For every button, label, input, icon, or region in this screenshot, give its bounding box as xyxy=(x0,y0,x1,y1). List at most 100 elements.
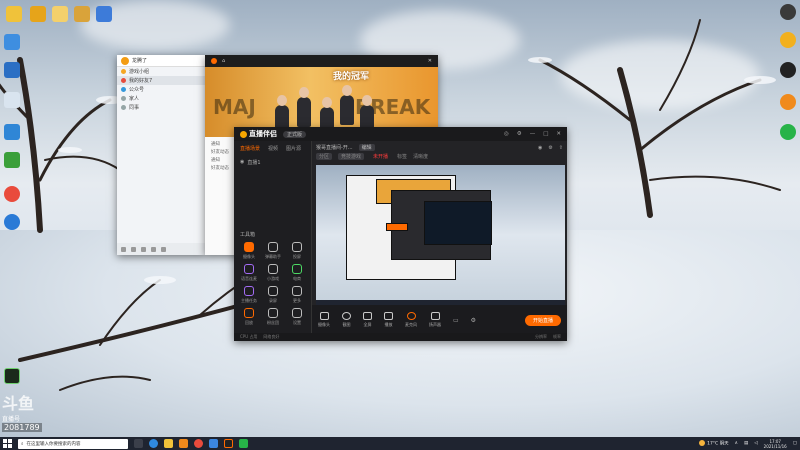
go-live-button[interactable]: 开始直播 xyxy=(524,314,561,326)
tool-button[interactable]: 主播任务 xyxy=(238,286,260,304)
settings-icon[interactable]: ⚙ xyxy=(548,145,552,151)
app-icon[interactable] xyxy=(209,439,218,448)
category-label[interactable]: 分区 xyxy=(316,153,333,160)
live-studio-taskbar-icon[interactable] xyxy=(224,439,233,448)
wechat-icon[interactable] xyxy=(239,439,248,448)
scene-item[interactable]: ◉ 直播1 xyxy=(240,158,305,166)
dock-app-icon[interactable] xyxy=(780,4,796,20)
desktop-folder-icon[interactable] xyxy=(30,6,46,22)
settings-icon[interactable]: ⚙ xyxy=(471,317,476,324)
chrome-icon[interactable] xyxy=(4,186,20,202)
tool-button[interactable]: 小游戏 xyxy=(262,264,284,282)
folder-icon[interactable] xyxy=(141,246,146,252)
control-label: 播放 xyxy=(384,322,393,327)
settings-icon[interactable] xyxy=(131,246,136,252)
network-icon[interactable]: ▤ xyxy=(744,441,748,446)
edge-icon[interactable] xyxy=(149,439,158,448)
home-icon[interactable]: ⌂ xyxy=(222,58,225,64)
nvidia-icon[interactable] xyxy=(4,152,20,168)
dock-app-icon[interactable] xyxy=(780,32,796,48)
notification-icon[interactable]: ▢ xyxy=(793,441,797,446)
qq-window[interactable]: 龙腾了 游戏小组 我的好友7 公众号 家人 同事 xyxy=(117,55,205,255)
tab-video[interactable]: 视频 xyxy=(268,145,278,152)
maximize-icon[interactable]: □ xyxy=(543,131,548,137)
tab-scene[interactable]: 直播场景 xyxy=(240,145,260,152)
dock-app-icon[interactable] xyxy=(780,94,796,110)
record-icon[interactable]: ◉ xyxy=(538,145,542,151)
tool-button[interactable]: 摄像头 xyxy=(238,242,260,260)
file-explorer-icon[interactable] xyxy=(164,439,173,448)
stream-title[interactable]: 猴哥直播间-开... xyxy=(316,144,353,151)
eye-icon[interactable]: ◉ xyxy=(240,159,244,165)
category-value[interactable]: 竞技游戏 xyxy=(338,153,365,160)
clock[interactable]: 17:07 2021/11/16 xyxy=(764,439,787,449)
desktop-app-icon[interactable] xyxy=(4,34,20,50)
tool-button[interactable]: 语音连麦 xyxy=(238,264,260,282)
tool-label: 录屏 xyxy=(269,298,277,303)
control-button[interactable]: 摄像头 xyxy=(318,312,330,328)
list-item[interactable]: 游戏小组 xyxy=(117,67,205,76)
studio-sidebar: 直播场景 视频 图片源 ◉ 直播1 工具箱 摄像头 弹幕助手 投屏 语音连麦 小… xyxy=(234,141,312,341)
avatar[interactable] xyxy=(121,56,129,65)
close-icon[interactable]: ✕ xyxy=(556,131,561,137)
tag-label[interactable]: 标签 xyxy=(397,153,407,160)
windows-start-icon[interactable] xyxy=(3,439,12,448)
live-studio-window[interactable]: 直播伴侣 正式版 ◎ ⚙ — □ ✕ 直播场景 视频 图片源 ◉ 直播1 工具箱… xyxy=(234,127,567,341)
edit-button[interactable]: 编辑 xyxy=(358,144,375,151)
mail-icon[interactable] xyxy=(151,246,156,252)
control-button[interactable]: 播放 xyxy=(384,312,393,328)
version-badge[interactable]: 正式版 xyxy=(283,130,307,138)
record-icon[interactable]: ▭ xyxy=(453,317,459,324)
weather-widget[interactable]: 17°C 阴天 xyxy=(699,440,729,447)
close-icon[interactable]: ✕ xyxy=(428,58,432,64)
tool-button[interactable]: 粉丝团 xyxy=(262,308,284,326)
list-item[interactable]: 我的好友7 xyxy=(117,76,205,85)
edge-icon[interactable] xyxy=(4,214,20,230)
settings-icon[interactable]: ⚙ xyxy=(517,131,522,137)
minimize-icon[interactable]: — xyxy=(530,131,536,137)
tool-button[interactable]: 电商 xyxy=(286,264,308,282)
tool-button[interactable]: 弹幕助手 xyxy=(262,242,284,260)
tool-button[interactable]: 投屏 xyxy=(286,242,308,260)
recycle-bin-icon[interactable] xyxy=(4,92,20,108)
list-item[interactable]: 公众号 xyxy=(117,85,205,94)
desktop-app-icon[interactable] xyxy=(96,6,112,22)
player-figure xyxy=(297,87,311,127)
control-button[interactable]: 扬声器 xyxy=(429,312,441,328)
tray-arrow-icon[interactable]: ∧ xyxy=(735,441,738,446)
control-button[interactable]: 麦克风 xyxy=(405,312,417,328)
weather-icon xyxy=(699,440,706,447)
desktop-app-icon[interactable] xyxy=(4,62,20,78)
list-item-label: 我的好友7 xyxy=(129,78,153,84)
chat-icon[interactable]: ◎ xyxy=(504,131,509,137)
dock-app-icon[interactable] xyxy=(780,62,796,78)
desktop-folder-icon[interactable] xyxy=(52,6,68,22)
tab-image[interactable]: 图片源 xyxy=(286,145,301,152)
desktop-file-icon[interactable] xyxy=(6,6,22,22)
douyu-room-label: 直播号 xyxy=(2,416,21,423)
desktop-app-icon[interactable] xyxy=(4,124,20,140)
task-view-icon[interactable] xyxy=(134,439,143,448)
app-icon[interactable] xyxy=(179,439,188,448)
volume-icon[interactable]: ◁ xyxy=(754,441,757,446)
stream-preview[interactable] xyxy=(316,165,565,305)
tool-button[interactable]: 回放 xyxy=(238,308,260,326)
wechat-icon[interactable] xyxy=(780,124,796,140)
quality-label[interactable]: 清晰度 xyxy=(413,153,428,160)
tool-button[interactable]: 设置 xyxy=(286,308,308,326)
control-button[interactable]: 截图 xyxy=(342,312,351,328)
tool-button[interactable]: 录屏 xyxy=(262,286,284,304)
list-item[interactable]: 家人 xyxy=(117,94,205,103)
menu-icon[interactable] xyxy=(121,246,126,252)
desktop-folder-icon[interactable] xyxy=(74,6,90,22)
control-button[interactable]: 全屏 xyxy=(363,312,372,328)
chrome-icon[interactable] xyxy=(194,439,203,448)
share-icon[interactable]: ⇪ xyxy=(559,145,563,151)
system-tray: 17°C 阴天 ∧ ▤ ◁ 17:07 2021/11/16 ▢ xyxy=(699,439,797,449)
taskbar-search[interactable]: ⌕ 在这里输入你要搜索的内容 xyxy=(18,438,128,449)
game-app-icon[interactable] xyxy=(4,368,20,384)
studio-titlebar: 直播伴侣 正式版 ◎ ⚙ — □ ✕ xyxy=(234,127,567,141)
list-item[interactable]: 同事 xyxy=(117,103,205,112)
apps-icon[interactable] xyxy=(161,246,166,252)
tool-button[interactable]: 更多 xyxy=(286,286,308,304)
